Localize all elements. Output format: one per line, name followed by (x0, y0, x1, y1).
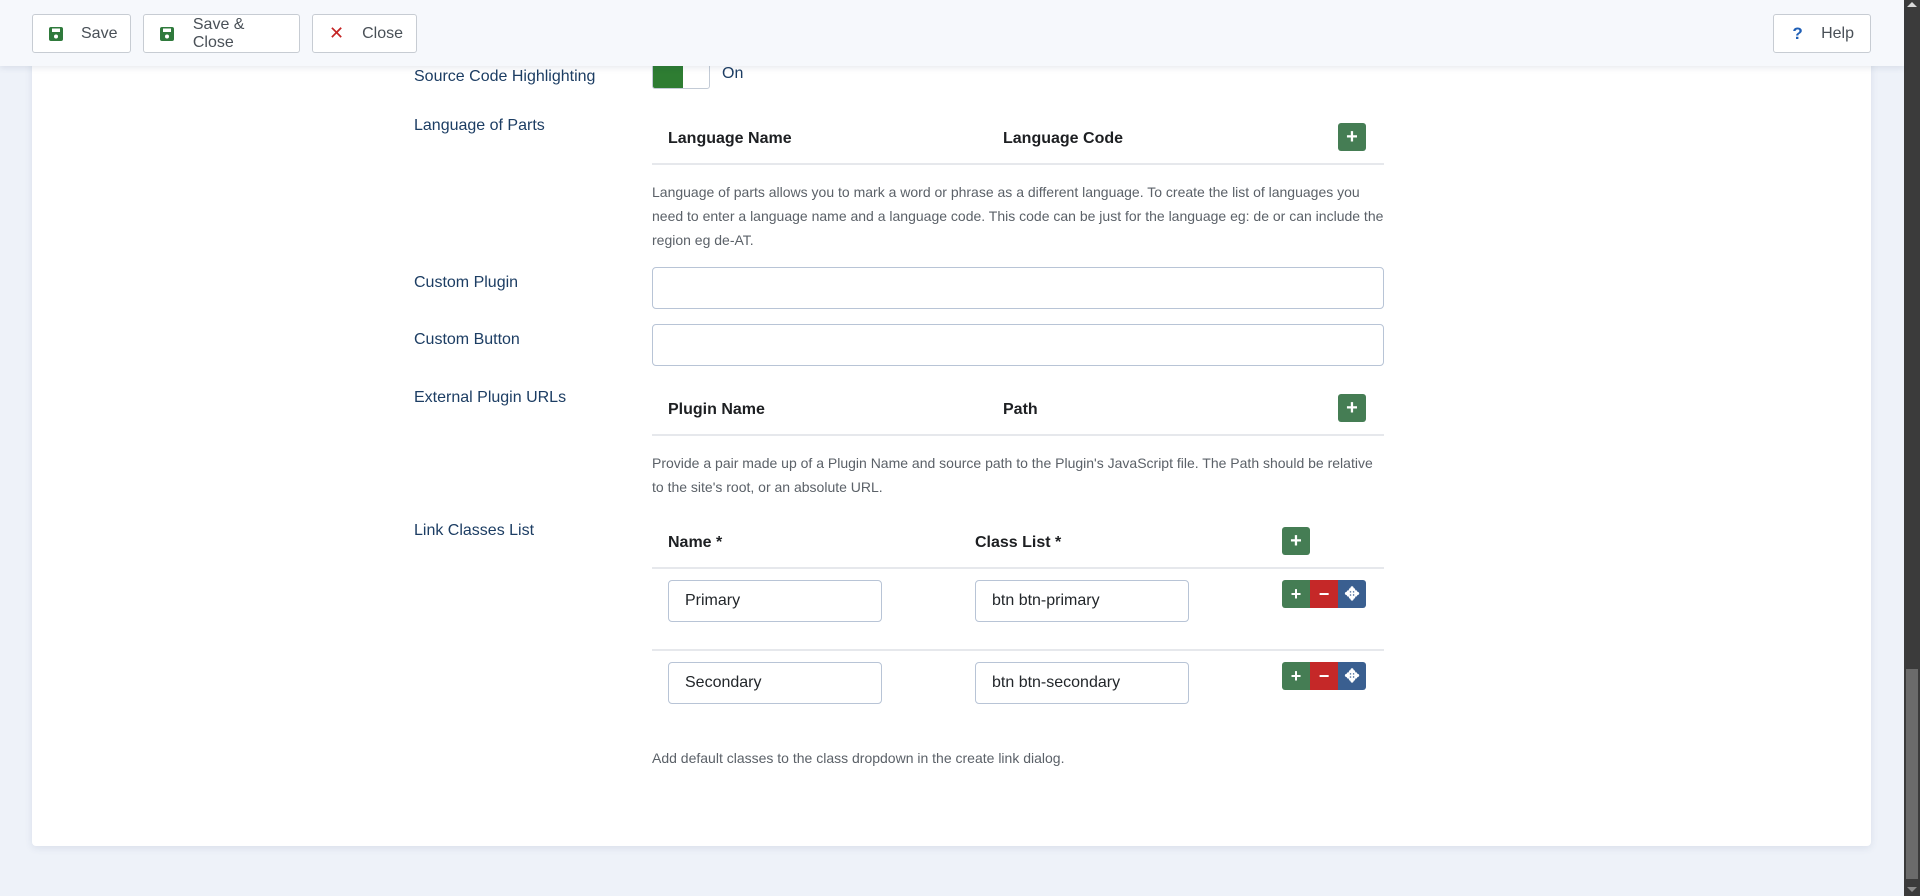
divider (652, 163, 1384, 165)
custom-button-input[interactable] (652, 324, 1384, 366)
floppy-disk-icon (160, 26, 175, 42)
close-icon: ✕ (329, 23, 345, 43)
question-mark-icon: ? (1792, 23, 1803, 43)
row-actions: + − ✥ (1282, 662, 1366, 690)
scroll-down-arrow-icon[interactable] (1907, 887, 1917, 892)
close-label: Close (362, 24, 403, 42)
link-class-name-input[interactable] (668, 662, 882, 704)
column-header-plugin-name: Plugin Name (668, 401, 765, 418)
help-label: Help (1821, 24, 1854, 42)
divider (652, 567, 1384, 569)
vertical-scrollbar[interactable] (1904, 0, 1920, 896)
link-classes-list-description: Add default classes to the class dropdow… (652, 750, 1065, 766)
column-header-class-list: Class List * (975, 534, 1062, 551)
language-of-parts-label: Language of Parts (414, 117, 545, 134)
custom-plugin-label: Custom Plugin (414, 274, 519, 291)
remove-row-button[interactable]: − (1310, 662, 1338, 690)
move-handle-icon[interactable]: ✥ (1338, 662, 1366, 690)
column-header-language-code: Language Code (1003, 130, 1124, 147)
floppy-disk-icon (49, 26, 63, 42)
column-header-name: Name * (668, 534, 723, 551)
move-handle-icon[interactable]: ✥ (1338, 580, 1366, 608)
column-header-path: Path (1003, 401, 1038, 418)
link-class-name-input[interactable] (668, 580, 882, 622)
column-header-language-name: Language Name (668, 130, 792, 147)
link-class-list-input[interactable] (975, 662, 1189, 704)
scrollbar-thumb[interactable] (1906, 669, 1918, 879)
custom-button-label: Custom Button (414, 331, 520, 348)
scroll-up-arrow-icon[interactable] (1907, 2, 1917, 7)
row-actions: + − ✥ (1282, 580, 1366, 608)
source-code-highlighting-toggle[interactable] (652, 62, 710, 89)
save-and-close-button[interactable]: Save & Close (143, 14, 300, 53)
custom-plugin-input[interactable] (652, 267, 1384, 309)
divider (652, 434, 1384, 436)
divider (652, 649, 1384, 651)
add-link-class-button[interactable]: + (1282, 527, 1310, 555)
toggle-on-indicator (653, 63, 683, 88)
add-plugin-url-button[interactable]: + (1338, 394, 1366, 422)
source-code-highlighting-label: Source Code Highlighting (414, 68, 596, 85)
toolbar: Save Save & Close ✕ Close ? Help (0, 0, 1904, 66)
add-row-after-button[interactable]: + (1282, 662, 1310, 690)
save-label: Save (81, 24, 118, 42)
save-and-close-label: Save & Close (192, 15, 245, 51)
options-card (32, 40, 1871, 846)
close-button[interactable]: ✕ Close (312, 14, 417, 53)
language-of-parts-description: Language of parts allows you to mark a w… (652, 184, 1384, 248)
save-button[interactable]: Save (32, 14, 131, 53)
add-row-after-button[interactable]: + (1282, 580, 1310, 608)
help-button[interactable]: ? Help (1773, 14, 1871, 53)
link-classes-list-label: Link Classes List (414, 522, 535, 539)
link-class-list-input[interactable] (975, 580, 1189, 622)
external-plugin-urls-label: External Plugin URLs (414, 389, 567, 406)
external-plugin-urls-description: Provide a pair made up of a Plugin Name … (652, 455, 1373, 495)
add-language-button[interactable]: + (1338, 123, 1366, 151)
remove-row-button[interactable]: − (1310, 580, 1338, 608)
toggle-state-label: On (722, 65, 744, 82)
